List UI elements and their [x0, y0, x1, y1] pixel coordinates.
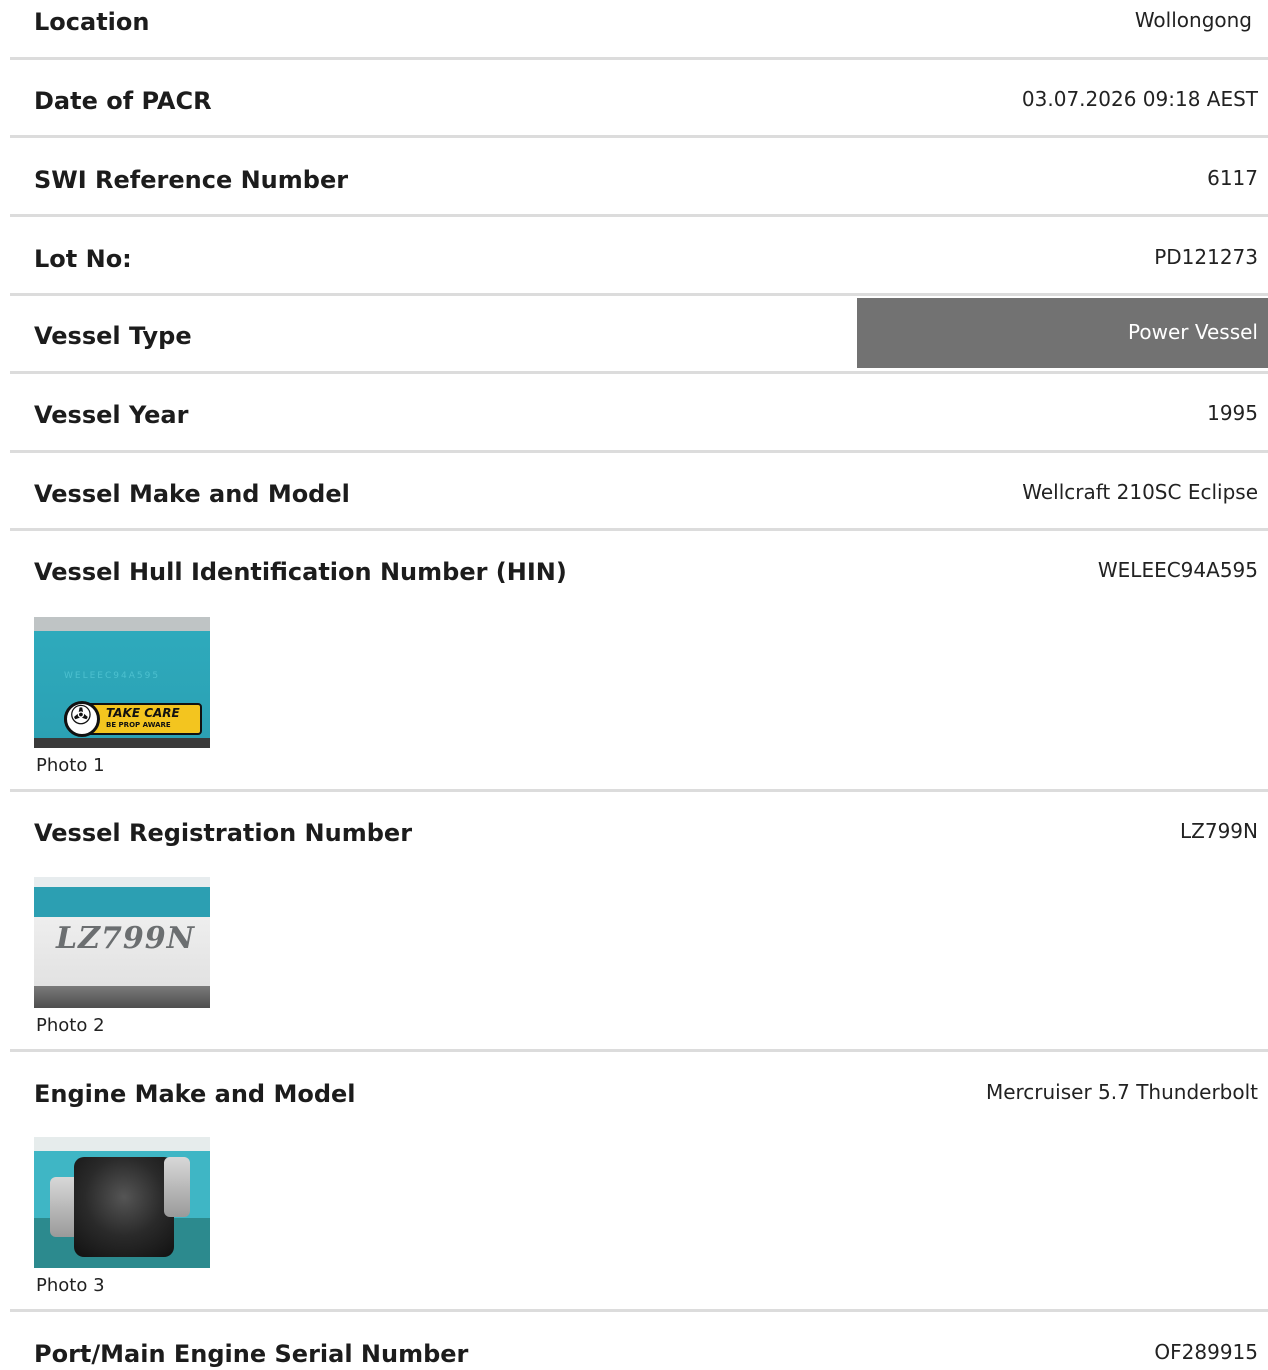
engine-block: [74, 1157, 174, 1257]
divider: [10, 1309, 1268, 1312]
field-label: Vessel Hull Identification Number (HIN): [34, 558, 567, 586]
photo-detail: [164, 1157, 190, 1217]
field-value: Power Vessel: [1128, 320, 1258, 344]
photo-caption: Photo 2: [36, 1015, 105, 1036]
photo-3-engine-thumbnail[interactable]: [34, 1137, 210, 1268]
field-value: Wollongong: [1134, 8, 1252, 32]
photo-1-hin-thumbnail[interactable]: WELEEC94A595 TAKE CARE BE PROP AWARE: [34, 617, 210, 748]
field-value: OF289915: [1154, 1340, 1258, 1364]
field-value: PD121273: [1154, 245, 1258, 269]
field-label: Engine Make and Model: [34, 1080, 356, 1108]
divider: [10, 789, 1268, 792]
photo-shadow: [34, 738, 210, 748]
photo-caption: Photo 1: [36, 755, 105, 776]
divider: [10, 371, 1268, 374]
photo-2-registration-thumbnail[interactable]: LZ799N: [34, 877, 210, 1008]
field-value: Mercruiser 5.7 Thunderbolt: [985, 1080, 1258, 1104]
vessel-type-value-box: Power Vessel: [857, 298, 1268, 368]
field-label: Vessel Make and Model: [34, 480, 350, 508]
photo-detail: [34, 1137, 210, 1151]
hull-text: LZ799N: [56, 921, 196, 956]
divider: [10, 57, 1268, 60]
divider: [10, 1049, 1268, 1052]
divider: [10, 450, 1268, 453]
field-value: 03.07.2026 09:18 AEST: [1021, 87, 1258, 111]
hull-text: WELEEC94A595: [64, 671, 161, 681]
sticker-text: TAKE CARE: [106, 706, 180, 720]
field-label: Location: [34, 8, 150, 36]
field-label: Port/Main Engine Serial Number: [34, 1340, 469, 1368]
propeller-icon: [64, 701, 100, 737]
photo-shadow: [34, 986, 210, 1008]
field-label: Vessel Type: [34, 322, 192, 350]
divider: [10, 528, 1268, 531]
divider: [10, 293, 1268, 296]
field-value: 6117: [1207, 166, 1258, 190]
field-label: Vessel Year: [34, 401, 189, 429]
field-value: 1995: [1207, 401, 1258, 425]
field-value: WELEEC94A595: [1097, 558, 1258, 582]
field-value: LZ799N: [1180, 819, 1258, 843]
divider: [10, 214, 1268, 217]
divider: [10, 135, 1268, 138]
photo-caption: Photo 3: [36, 1275, 105, 1296]
field-label: SWI Reference Number: [34, 166, 349, 194]
sticker-subtext: BE PROP AWARE: [106, 721, 171, 729]
field-label: Date of PACR: [34, 87, 212, 115]
field-label: Vessel Registration Number: [34, 819, 413, 847]
field-label: Lot No:: [34, 245, 132, 273]
field-value: Wellcraft 210SC Eclipse: [1022, 480, 1258, 504]
